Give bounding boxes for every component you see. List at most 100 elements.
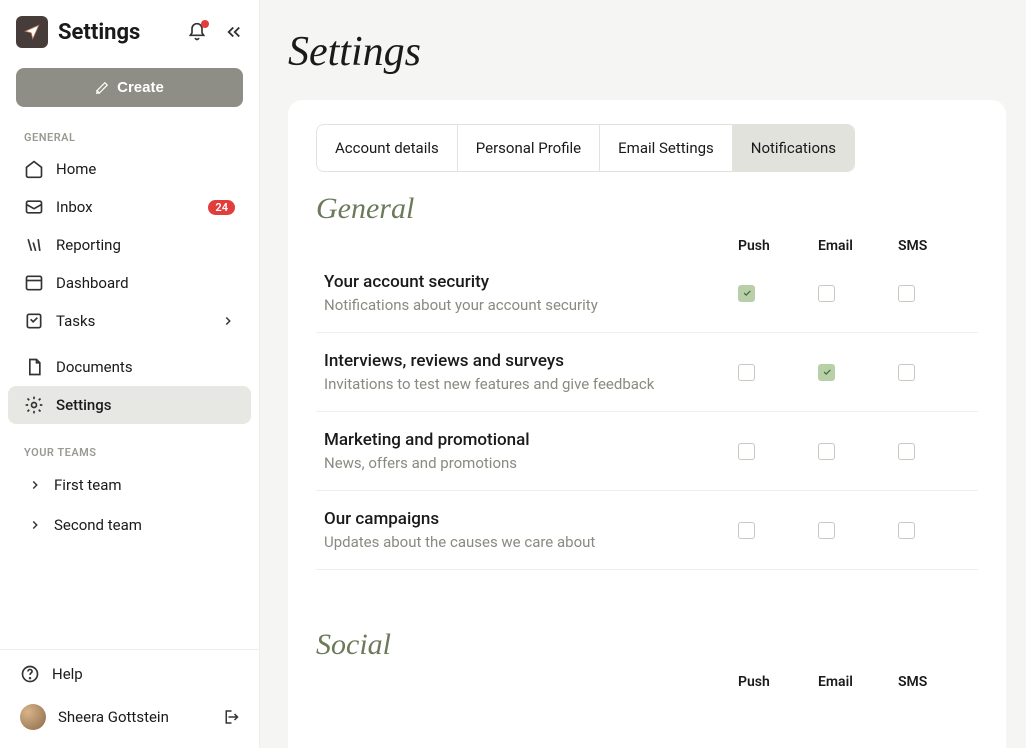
checkbox-cell xyxy=(730,443,810,460)
user-name: Sheera Gottstein xyxy=(58,708,169,726)
nav-label: Reporting xyxy=(56,236,121,254)
checkbox[interactable] xyxy=(738,443,755,460)
sidebar-footer: Help Sheera Gottstein xyxy=(0,649,259,748)
notification-row: Our campaignsUpdates about the causes we… xyxy=(316,491,978,570)
row-text: Our campaignsUpdates about the causes we… xyxy=(324,509,730,551)
sidebar-header: Settings xyxy=(0,0,259,60)
checkbox[interactable] xyxy=(818,364,835,381)
create-button-label: Create xyxy=(117,79,164,96)
nav-label: Home xyxy=(56,160,96,178)
nav-item-documents[interactable]: Documents xyxy=(8,348,251,386)
nav-item-inbox[interactable]: Inbox 24 xyxy=(8,188,251,226)
checkbox[interactable] xyxy=(818,443,835,460)
checkbox[interactable] xyxy=(818,522,835,539)
tab-account-details[interactable]: Account details xyxy=(317,125,458,171)
nav-label: Tasks xyxy=(56,312,95,330)
help-icon xyxy=(20,664,40,684)
help-item[interactable]: Help xyxy=(0,654,259,694)
checkbox-cell xyxy=(810,522,890,539)
collapse-sidebar-icon[interactable] xyxy=(225,23,243,41)
chevron-right-icon xyxy=(28,518,42,532)
column-headers: PushEmailSMS xyxy=(316,674,978,690)
nav-item-dashboard[interactable]: Dashboard xyxy=(8,264,251,302)
team-item-second[interactable]: Second team xyxy=(0,505,259,545)
dashboard-icon xyxy=(24,273,44,293)
nav-item-home[interactable]: Home xyxy=(8,150,251,188)
checkbox[interactable] xyxy=(898,364,915,381)
notification-row: Marketing and promotionalNews, offers an… xyxy=(316,412,978,491)
team-item-first[interactable]: First team xyxy=(0,465,259,505)
row-title: Our campaigns xyxy=(324,509,730,529)
nav-label: Dashboard xyxy=(56,274,129,292)
reporting-icon xyxy=(24,235,44,255)
column-header: Email xyxy=(810,674,890,690)
user-profile-item[interactable]: Sheera Gottstein xyxy=(0,694,259,740)
row-title: Your account security xyxy=(324,272,730,292)
section-title: General xyxy=(316,192,978,226)
section-title: Social xyxy=(316,628,978,662)
row-desc: Invitations to test new features and giv… xyxy=(324,375,730,393)
app-logo[interactable] xyxy=(16,16,48,48)
column-header: Push xyxy=(730,238,810,254)
checkbox-cell xyxy=(730,285,810,302)
checkbox[interactable] xyxy=(898,285,915,302)
checkbox-group xyxy=(730,443,970,460)
nav-label: Settings xyxy=(56,396,112,414)
page-title: Settings xyxy=(288,28,1006,76)
tab-notifications[interactable]: Notifications xyxy=(733,125,854,171)
checkbox-cell xyxy=(890,364,970,381)
row-title: Marketing and promotional xyxy=(324,430,730,450)
nav-label: Inbox xyxy=(56,198,93,216)
checkbox-cell xyxy=(730,522,810,539)
row-desc: Notifications about your account securit… xyxy=(324,296,730,314)
checkbox-cell xyxy=(890,522,970,539)
column-header: SMS xyxy=(890,674,970,690)
nav-item-tasks[interactable]: Tasks xyxy=(8,302,251,340)
checkbox[interactable] xyxy=(898,443,915,460)
tasks-icon xyxy=(24,311,44,331)
column-headers: PushEmailSMS xyxy=(316,238,978,254)
gear-icon xyxy=(24,395,44,415)
team-label: First team xyxy=(54,476,122,494)
checkbox[interactable] xyxy=(738,522,755,539)
edit-icon xyxy=(95,81,109,95)
notifications-bell-icon[interactable] xyxy=(187,22,207,42)
avatar xyxy=(20,704,46,730)
documents-icon xyxy=(24,357,44,377)
checkbox-cell xyxy=(810,443,890,460)
checkbox-cell xyxy=(810,364,890,381)
main-content: Settings Account detailsPersonal Profile… xyxy=(260,0,1026,748)
checkbox[interactable] xyxy=(738,285,755,302)
checkbox-cell xyxy=(890,443,970,460)
tab-email-settings[interactable]: Email Settings xyxy=(600,125,733,171)
notification-row: Interviews, reviews and surveys Invitatio… xyxy=(316,333,978,412)
settings-card: Account detailsPersonal ProfileEmail Set… xyxy=(288,100,1006,748)
help-label: Help xyxy=(52,665,83,683)
logout-icon[interactable] xyxy=(221,708,239,726)
tabs: Account detailsPersonal ProfileEmail Set… xyxy=(316,124,855,172)
checkbox[interactable] xyxy=(898,522,915,539)
checkbox-cell xyxy=(810,285,890,302)
row-text: Your account security Notifications about… xyxy=(324,272,730,314)
sidebar: Settings Create GENERAL Home Inbox 24 Re… xyxy=(0,0,260,748)
nav-item-settings[interactable]: Settings xyxy=(8,386,251,424)
section-label-general: GENERAL xyxy=(0,123,259,150)
row-title: Interviews, reviews and surveys xyxy=(324,351,730,371)
checkbox-group xyxy=(730,285,970,302)
team-label: Second team xyxy=(54,516,142,534)
tab-personal-profile[interactable]: Personal Profile xyxy=(458,125,600,171)
checkbox[interactable] xyxy=(738,364,755,381)
checkbox-cell xyxy=(890,285,970,302)
checkbox-group xyxy=(730,522,970,539)
chevron-right-icon xyxy=(28,478,42,492)
nav-item-reporting[interactable]: Reporting xyxy=(8,226,251,264)
sidebar-title: Settings xyxy=(58,20,177,45)
row-text: Marketing and promotionalNews, offers an… xyxy=(324,430,730,472)
notification-dot xyxy=(201,20,209,28)
section-label-teams: YOUR TEAMS xyxy=(0,438,259,465)
column-header: Email xyxy=(810,238,890,254)
create-button[interactable]: Create xyxy=(16,68,243,107)
nav-label: Documents xyxy=(56,358,133,376)
checkbox[interactable] xyxy=(818,285,835,302)
checkbox-cell xyxy=(730,364,810,381)
